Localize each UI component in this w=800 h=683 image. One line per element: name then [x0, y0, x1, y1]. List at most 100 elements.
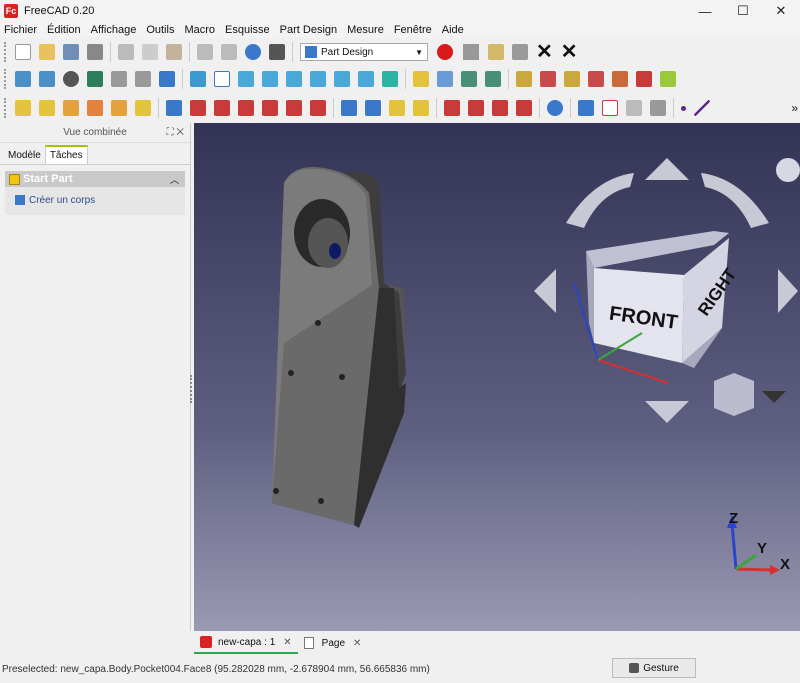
- check-geometry-icon[interactable]: [588, 71, 604, 87]
- linear-pattern-icon[interactable]: [365, 100, 381, 116]
- record-macro-icon[interactable]: [437, 44, 453, 60]
- undo-icon[interactable]: [197, 44, 213, 60]
- bottom-view-icon[interactable]: [334, 71, 350, 87]
- mini-cube-icon[interactable]: [714, 373, 754, 416]
- sub-shape-binder-icon[interactable]: [602, 100, 618, 116]
- groove-icon[interactable]: [214, 100, 230, 116]
- map-sketch-icon[interactable]: [564, 71, 580, 87]
- menu-part-design[interactable]: Part Design: [276, 24, 343, 36]
- rotate-left-arrow-icon[interactable]: [534, 269, 556, 313]
- clone-icon[interactable]: [626, 100, 642, 116]
- close-button[interactable]: ✕: [762, 0, 800, 22]
- additive-primitive-icon[interactable]: [135, 100, 151, 116]
- fit-selection-icon[interactable]: [39, 71, 55, 87]
- rear-view-icon[interactable]: [310, 71, 326, 87]
- validate-sketch-icon[interactable]: [540, 71, 556, 87]
- menu-macro[interactable]: Macro: [180, 24, 221, 36]
- shape-binder-icon[interactable]: [578, 100, 594, 116]
- copy-icon[interactable]: [142, 44, 158, 60]
- menu-fichier[interactable]: Fichier: [0, 24, 43, 36]
- sketch-icon[interactable]: [516, 71, 532, 87]
- subtractive-primitive-icon[interactable]: [310, 100, 326, 116]
- cut-icon[interactable]: [118, 44, 134, 60]
- menu-edition[interactable]: Édition: [43, 24, 87, 36]
- mirrored-icon[interactable]: [341, 100, 357, 116]
- right-view-icon[interactable]: [286, 71, 302, 87]
- refresh-icon[interactable]: [245, 44, 261, 60]
- forward-icon[interactable]: [135, 71, 151, 87]
- bounding-box-icon[interactable]: [87, 71, 103, 87]
- draft-icon[interactable]: [492, 100, 508, 116]
- collapse-icon[interactable]: ︿: [170, 173, 179, 186]
- boolean-icon[interactable]: [547, 100, 563, 116]
- execute-macro-icon[interactable]: [512, 44, 528, 60]
- part-model[interactable]: [272, 167, 406, 528]
- part-icon[interactable]: [413, 71, 429, 87]
- new-file-icon[interactable]: [15, 44, 31, 60]
- link-icon[interactable]: [461, 71, 477, 87]
- subtractive-helix-icon[interactable]: [286, 100, 302, 116]
- measure-icon[interactable]: [382, 71, 398, 87]
- workbench-selector[interactable]: Part Design ▼: [300, 43, 428, 61]
- link-actions-icon[interactable]: [485, 71, 501, 87]
- close-tab-icon[interactable]: ✕: [283, 637, 291, 648]
- zoom-icon[interactable]: [190, 71, 206, 87]
- close-tab-icon[interactable]: ✕: [353, 638, 361, 649]
- close-all-x-icon[interactable]: ✕: [561, 42, 578, 62]
- tab-page[interactable]: Page ✕: [298, 632, 368, 654]
- print-icon[interactable]: [87, 44, 103, 60]
- additive-helix-icon[interactable]: [111, 100, 127, 116]
- group-icon[interactable]: [437, 71, 453, 87]
- hole-icon[interactable]: [190, 100, 206, 116]
- datum-point-icon[interactable]: [681, 105, 686, 111]
- roll-right-arrow-icon[interactable]: [701, 173, 769, 228]
- menu-esquisse[interactable]: Esquisse: [221, 24, 276, 36]
- close-x-icon[interactable]: ✕: [536, 42, 553, 62]
- rotate-right-arrow-icon[interactable]: [778, 269, 798, 313]
- splitter-handle[interactable]: [190, 375, 192, 403]
- panel-buttons[interactable]: ⛶ ✕: [167, 127, 184, 138]
- front-view-icon[interactable]: [238, 71, 254, 87]
- menu-mesure[interactable]: Mesure: [343, 24, 390, 36]
- polar-pattern-icon[interactable]: [389, 100, 405, 116]
- pocket-icon[interactable]: [166, 100, 182, 116]
- datum-icon[interactable]: [650, 100, 666, 116]
- draw-style-icon[interactable]: [63, 71, 79, 87]
- paste-icon[interactable]: [166, 44, 182, 60]
- menu-fenetre[interactable]: Fenêtre: [390, 24, 438, 36]
- back-icon[interactable]: [111, 71, 127, 87]
- thickness-icon[interactable]: [516, 100, 532, 116]
- rotate-down-arrow-icon[interactable]: [645, 401, 689, 423]
- menu-affichage[interactable]: Affichage: [87, 24, 143, 36]
- navcube-menu-arrow-icon[interactable]: [762, 391, 786, 403]
- subtractive-loft-icon[interactable]: [238, 100, 254, 116]
- macros-icon[interactable]: [488, 44, 504, 60]
- multitransform-icon[interactable]: [413, 100, 429, 116]
- open-file-icon[interactable]: [39, 44, 55, 60]
- revolution-icon[interactable]: [39, 100, 55, 116]
- fillet-icon[interactable]: [444, 100, 460, 116]
- toolbar-grip[interactable]: [4, 98, 7, 118]
- whats-this-icon[interactable]: [269, 44, 285, 60]
- maximize-button[interactable]: ☐: [724, 0, 762, 22]
- view-menu-icon[interactable]: [776, 158, 800, 182]
- edit-sketch-icon[interactable]: [612, 71, 628, 87]
- toolbar-overflow-icon[interactable]: »: [791, 101, 798, 115]
- datum-line-icon[interactable]: [694, 100, 710, 116]
- stop-macro-icon[interactable]: [463, 44, 479, 60]
- tab-taches[interactable]: Tâches: [44, 145, 88, 164]
- isometric-view-icon[interactable]: [214, 71, 230, 87]
- task-header[interactable]: Start Part ︿: [5, 171, 185, 187]
- left-view-icon[interactable]: [358, 71, 374, 87]
- leave-sketch-icon[interactable]: [636, 71, 652, 87]
- additive-pipe-icon[interactable]: [87, 100, 103, 116]
- additive-loft-icon[interactable]: [63, 100, 79, 116]
- save-icon[interactable]: [63, 44, 79, 60]
- 3d-viewport[interactable]: FRONT RIGHT Z Y X: [194, 123, 800, 631]
- fit-all-icon[interactable]: [15, 71, 31, 87]
- minimize-button[interactable]: —: [686, 0, 724, 22]
- toolbar-grip[interactable]: [4, 69, 7, 89]
- tab-new-capa[interactable]: new-capa : 1 ✕: [194, 632, 298, 654]
- rotate-up-arrow-icon[interactable]: [645, 158, 689, 180]
- view-sketch-icon[interactable]: [660, 71, 676, 87]
